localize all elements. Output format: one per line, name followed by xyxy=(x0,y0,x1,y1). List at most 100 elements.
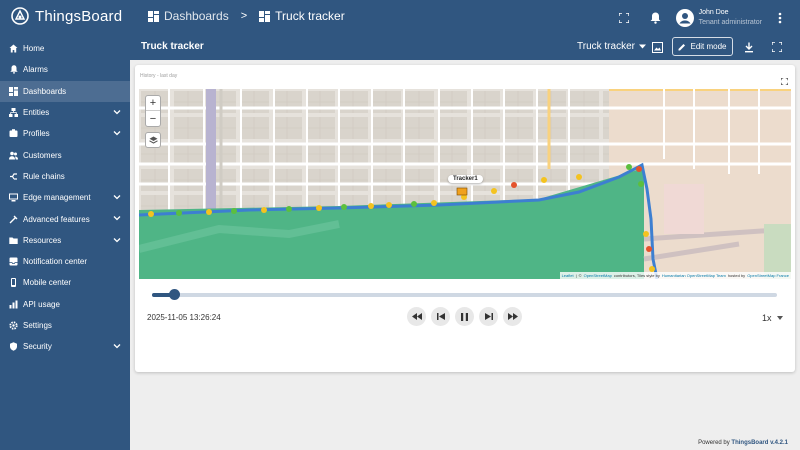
sidebar-item-advanced-features[interactable]: Advanced features xyxy=(0,208,130,229)
sidebar-item-label: Resources xyxy=(23,235,62,245)
timeline-thumb[interactable] xyxy=(168,289,180,300)
chevron-down-icon xyxy=(113,108,121,118)
speed-select[interactable]: 1x xyxy=(762,313,783,323)
pause-button[interactable] xyxy=(455,307,474,326)
home-icon xyxy=(9,44,18,53)
more-vert-icon xyxy=(778,12,782,23)
fullscreen-icon xyxy=(780,77,789,86)
user-menu[interactable]: John Doe Tenant administrator xyxy=(675,8,762,28)
truck-marker-icon[interactable] xyxy=(456,187,468,196)
fast-forward-icon xyxy=(507,313,518,320)
tracker-label[interactable]: Tracker1 xyxy=(448,175,483,183)
sidebar-item-profiles[interactable]: Profiles xyxy=(0,123,130,144)
sidebar-item-home[interactable]: Home xyxy=(0,38,130,59)
sidebar-item-customers[interactable]: Customers xyxy=(0,144,130,165)
current-timestamp: 2025-11-05 13:26:24 xyxy=(147,313,221,322)
powered-by: Powered by ThingsBoard v.4.2.1 xyxy=(698,440,788,446)
sidebar-item-label: Notification center xyxy=(23,257,88,267)
edit-mode-button[interactable]: Edit mode xyxy=(672,37,733,56)
advanced-icon xyxy=(9,215,18,224)
playback-controls xyxy=(407,307,522,326)
sidebar-item-label: Edge management xyxy=(23,193,91,203)
leaflet-link[interactable]: Leaflet xyxy=(562,273,574,278)
sidebar-nav: Home Alarms Dashboards Entities Profiles… xyxy=(0,35,130,357)
pencil-icon xyxy=(678,43,686,50)
top-bar: ThingsBoard Dashboards > Truck tracker J… xyxy=(0,0,800,35)
edit-mode-label: Edit mode xyxy=(690,42,727,51)
sidebar-item-dashboards[interactable]: Dashboards xyxy=(0,80,130,102)
powered-by-prefix: Powered by xyxy=(698,440,730,446)
sidebar-item-alarms[interactable]: Alarms xyxy=(0,59,130,80)
logo[interactable]: ThingsBoard xyxy=(10,6,122,26)
fullscreen-icon xyxy=(772,42,782,52)
dropdown-arrow-icon xyxy=(776,316,783,320)
zoom-in-button[interactable]: + xyxy=(146,96,160,111)
attribution-hosted: hosted by xyxy=(727,273,746,278)
skip-next-button[interactable] xyxy=(479,307,498,326)
powered-by-brand[interactable]: ThingsBoard v.4.2.1 xyxy=(731,440,788,446)
hot-link[interactable]: Humanitarian OpenStreetMap Team xyxy=(662,273,726,278)
breadcrumb-dashboards-label: Dashboards xyxy=(164,9,229,23)
rule-chains-icon xyxy=(9,172,18,181)
sidebar-item-label: Settings xyxy=(23,321,52,330)
image-icon xyxy=(651,41,663,53)
image-export-button[interactable] xyxy=(647,37,667,57)
zoom-out-button[interactable]: − xyxy=(146,111,160,126)
sidebar-item-rule-chains[interactable]: Rule chains xyxy=(0,166,130,187)
zoom-control: + − xyxy=(145,95,161,127)
dashboard-toolbar: Truck tracker Truck tracker Edit mode xyxy=(130,35,800,60)
breadcrumb-current: Truck tracker xyxy=(259,9,345,23)
layers-button[interactable] xyxy=(145,132,161,148)
sidebar-item-security[interactable]: Security xyxy=(0,336,130,357)
sidebar-item-label: Home xyxy=(23,44,45,54)
sidebar-item-label: Profiles xyxy=(23,129,50,139)
breadcrumb-separator: > xyxy=(240,10,248,22)
entities-icon xyxy=(9,108,18,118)
sidebar-item-api-usage[interactable]: API usage xyxy=(0,294,130,315)
map-view[interactable]: + − Tracker1 Leaflet | © OpenStreetMap c… xyxy=(139,89,791,279)
sidebar-item-entities[interactable]: Entities xyxy=(0,102,130,123)
sidebar-item-resources[interactable]: Resources xyxy=(0,230,130,251)
dashboard-title: Truck tracker xyxy=(141,41,204,52)
sidebar-item-settings[interactable]: Settings xyxy=(0,315,130,336)
customers-icon xyxy=(9,151,18,160)
chevron-down-icon xyxy=(113,236,121,246)
chevron-down-icon xyxy=(113,129,121,139)
dropdown-arrow-icon xyxy=(638,44,646,49)
trip-animation-widget: History - last day + − Tracker1 Leaflet … xyxy=(135,65,795,372)
edge-icon xyxy=(9,193,18,202)
dashboard-fullscreen-button[interactable] xyxy=(767,37,787,57)
osmfr-link[interactable]: OpenStreetMap France xyxy=(747,273,789,278)
download-icon xyxy=(745,42,753,52)
dashboard-icon xyxy=(9,86,18,96)
bell-icon xyxy=(9,65,18,75)
timeline-slider[interactable] xyxy=(152,289,777,300)
mobile-icon xyxy=(9,278,18,288)
breadcrumb-dashboards[interactable]: Dashboards xyxy=(148,9,229,23)
fullscreen-button[interactable] xyxy=(612,6,636,30)
download-button[interactable] xyxy=(739,37,759,57)
pause-icon xyxy=(461,312,468,321)
skip-next-icon xyxy=(484,313,493,320)
sidebar-item-label: Customers xyxy=(23,150,62,160)
dashboard-state-select[interactable]: Truck tracker xyxy=(577,41,646,52)
bell-icon xyxy=(650,12,661,24)
sidebar: Home Alarms Dashboards Entities Profiles… xyxy=(0,35,130,450)
sidebar-item-mobile-center[interactable]: Mobile center xyxy=(0,272,130,293)
osm-link[interactable]: OpenStreetMap xyxy=(584,273,612,278)
avatar-icon xyxy=(675,8,694,27)
sidebar-item-label: Entities xyxy=(23,108,50,118)
notifications-button[interactable] xyxy=(644,6,668,30)
attribution-contributors: contributors, Tiles style by xyxy=(613,273,660,278)
chevron-down-icon xyxy=(113,214,121,224)
widget-fullscreen-button[interactable] xyxy=(780,72,789,90)
chevron-down-icon xyxy=(113,193,121,203)
sidebar-item-notification-center[interactable]: Notification center xyxy=(0,251,130,272)
folder-icon xyxy=(9,236,18,245)
fast-forward-button[interactable] xyxy=(503,307,522,326)
fast-rewind-button[interactable] xyxy=(407,307,426,326)
skip-previous-button[interactable] xyxy=(431,307,450,326)
logo-text: ThingsBoard xyxy=(35,7,123,25)
more-menu-button[interactable] xyxy=(768,6,792,30)
sidebar-item-edge-management[interactable]: Edge management xyxy=(0,187,130,208)
